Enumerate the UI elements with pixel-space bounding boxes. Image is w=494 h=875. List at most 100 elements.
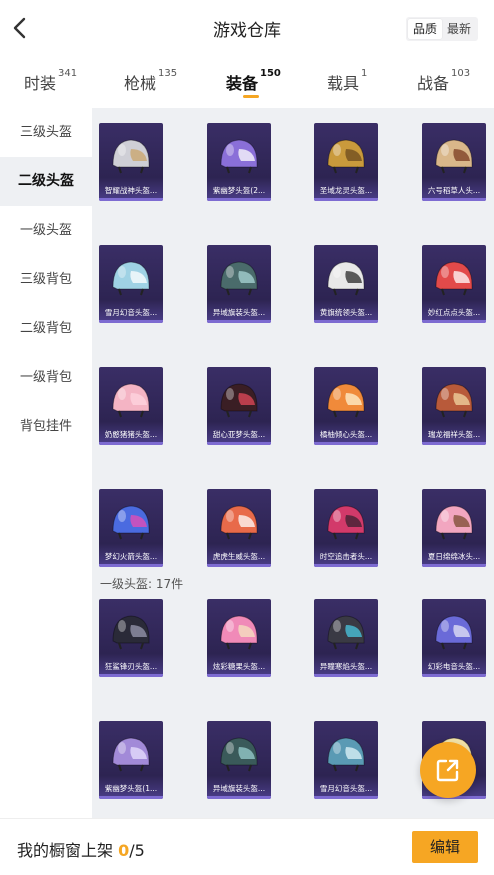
item-card[interactable]: 黄旗统领头盔... [314, 245, 378, 323]
item-card[interactable]: 异域旗装头盔... [207, 245, 271, 323]
item-card[interactable]: 雪月幻音头盔... [99, 245, 163, 323]
header: 游戏仓库 品质 最新 [0, 0, 494, 58]
tab-label: 枪械 [124, 74, 157, 93]
item-name: 六号稻草人头... [427, 186, 481, 195]
category-tabs: 时装341 枪械135 装备150 载具1 战备103 [0, 58, 494, 108]
tab-count: 150 [260, 68, 281, 79]
sort-toggle: 品质 最新 [406, 17, 478, 41]
helmet-icon [327, 383, 365, 418]
item-name: 紫幽梦头盔(2... [212, 186, 266, 195]
sidebar-item-level2-backpack[interactable]: 二级背包 [0, 304, 92, 353]
item-name: 梦幻火箭头盔... [104, 552, 158, 561]
item-name: 异域旗装头盔... [212, 784, 266, 793]
sidebar-item-level1-helmet[interactable]: 一级头盔 [0, 206, 92, 255]
sidebar-item-level3-backpack[interactable]: 三级背包 [0, 255, 92, 304]
item-card[interactable]: 智耀战神头盔... [99, 123, 163, 201]
item-card[interactable]: 虎虎生威头盔... [207, 489, 271, 567]
helmet-icon [220, 505, 258, 540]
helmet-icon [435, 261, 473, 296]
item-card[interactable]: 妙红点点头盔... [422, 245, 486, 323]
item-name: 圣域龙灵头盔... [319, 186, 373, 195]
sidebar-item-level2-helmet[interactable]: 二级头盔 [0, 157, 92, 206]
item-name: 异瞳寒焰头盔... [319, 662, 373, 671]
tab-supplies[interactable]: 战备103 [417, 68, 471, 100]
item-grid: 一级头盔: 17件 智耀战神头盔... 紫幽梦头盔(2... 圣域龙灵头盔... 六号… [92, 108, 494, 818]
item-card[interactable]: 炫彩糖果头盔... [207, 599, 271, 677]
item-card[interactable]: 狂鲨锋刃头盔... [99, 599, 163, 677]
item-card[interactable]: 紫幽梦头盔(1... [99, 721, 163, 799]
helmet-icon [112, 505, 150, 540]
helmet-icon [220, 383, 258, 418]
section-label: 一级头盔: 17件 [100, 577, 184, 591]
helmet-icon [435, 615, 473, 650]
item-card[interactable]: 圣域龙灵头盔... [314, 123, 378, 201]
helmet-icon [220, 261, 258, 296]
item-card[interactable]: 幻彩电音头盔... [422, 599, 486, 677]
tab-label: 载具 [327, 74, 360, 93]
helmet-icon [220, 737, 258, 772]
helmet-icon [327, 737, 365, 772]
sidebar-item-level1-backpack[interactable]: 一级背包 [0, 353, 92, 402]
active-tab-indicator [243, 95, 259, 98]
item-card[interactable]: 异域旗装头盔... [207, 721, 271, 799]
helmet-icon [327, 615, 365, 650]
item-name: 黄旗统领头盔... [319, 308, 373, 317]
helmet-icon [220, 139, 258, 174]
item-name: 奶憨猪猪头盔... [104, 430, 158, 439]
item-name: 夏日绵绵冰头... [427, 552, 481, 561]
item-card[interactable]: 梦幻火箭头盔... [99, 489, 163, 567]
helmet-icon [435, 383, 473, 418]
item-card[interactable]: 紫幽梦头盔(2... [207, 123, 271, 201]
item-card[interactable]: 雪月幻音头盔... [314, 721, 378, 799]
item-card[interactable]: 六号稻草人头... [422, 123, 486, 201]
item-name: 狂鲨锋刃头盔... [104, 662, 158, 671]
item-name: 雪月幻音头盔... [319, 784, 373, 793]
helmet-icon [435, 505, 473, 540]
helmet-icon [327, 505, 365, 540]
shelf-total-count: /5 [129, 841, 145, 860]
item-name: 异域旗装头盔... [212, 308, 266, 317]
tab-fashion[interactable]: 时装341 [24, 68, 78, 100]
sidebar: 三级头盔 二级头盔 一级头盔 三级背包 二级背包 一级背包 背包挂件 [0, 108, 92, 818]
bottom-bar: 我的橱窗上架 0/5 编辑 [0, 818, 494, 875]
item-card[interactable]: 橘柚倾心头盔... [314, 367, 378, 445]
share-button[interactable] [420, 742, 476, 798]
tab-count: 1 [361, 68, 368, 79]
item-card[interactable]: 夏日绵绵冰头... [422, 489, 486, 567]
helmet-icon [112, 261, 150, 296]
sidebar-item-backpack-pendant[interactable]: 背包挂件 [0, 402, 92, 451]
item-name: 紫幽梦头盔(1... [104, 784, 158, 793]
tab-label: 装备 [226, 74, 259, 93]
item-card[interactable]: 奶憨猪猪头盔... [99, 367, 163, 445]
item-name: 炫彩糖果头盔... [212, 662, 266, 671]
helmet-icon [220, 615, 258, 650]
helmet-icon [112, 737, 150, 772]
helmet-icon [112, 139, 150, 174]
item-name: 智耀战神头盔... [104, 186, 158, 195]
edit-button[interactable]: 编辑 [412, 831, 478, 863]
item-name: 甜心亚梦头盔... [212, 430, 266, 439]
shelf-label: 我的橱窗上架 [17, 841, 114, 860]
item-name: 瑞龙福祥头盔... [427, 430, 481, 439]
item-card[interactable]: 时空追击者头... [314, 489, 378, 567]
tab-vehicles[interactable]: 载具1 [327, 68, 368, 100]
sort-quality-button[interactable]: 品质 [408, 19, 442, 39]
helmet-icon [327, 261, 365, 296]
tab-guns[interactable]: 枪械135 [124, 68, 177, 100]
tab-count: 103 [451, 68, 471, 79]
tab-count: 341 [58, 68, 78, 79]
helmet-icon [435, 139, 473, 174]
item-card[interactable]: 瑞龙福祥头盔... [422, 367, 486, 445]
item-name: 雪月幻音头盔... [104, 308, 158, 317]
sort-newest-button[interactable]: 最新 [442, 19, 476, 39]
share-icon [436, 759, 459, 782]
showcase-shelf-status: 我的橱窗上架 0/5 [17, 837, 145, 861]
item-name: 虎虎生威头盔... [212, 552, 266, 561]
item-card[interactable]: 甜心亚梦头盔... [207, 367, 271, 445]
helmet-icon [112, 383, 150, 418]
item-name: 妙红点点头盔... [427, 308, 481, 317]
tab-label: 战备 [417, 74, 450, 93]
sidebar-item-level3-helmet[interactable]: 三级头盔 [0, 108, 92, 157]
item-name: 橘柚倾心头盔... [319, 430, 373, 439]
item-card[interactable]: 异瞳寒焰头盔... [314, 599, 378, 677]
